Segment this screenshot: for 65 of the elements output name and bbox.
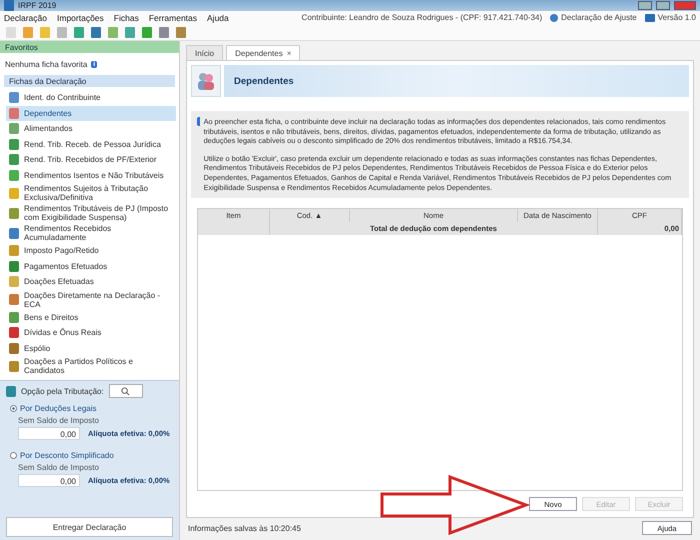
sidebar-item[interactable]: Rendimentos Sujeitos à Tributação Exclusiva/Definitiva [6,183,176,203]
search-icon [121,386,130,396]
save-status: Informações salvas às 10:20:45 [188,524,301,532]
toolbar-icon[interactable] [159,26,169,38]
menu-item[interactable]: Ferramentas [148,12,198,22]
balance-caption: Sem Saldo de Imposto [18,463,100,472]
toolbar-icon[interactable] [176,26,186,38]
sidebar-item[interactable]: Doações Diretamente na Declaração - ECA [6,290,176,310]
radio-button[interactable] [10,452,17,459]
sidebar-item[interactable]: Doações Efetuadas [6,274,176,290]
search-button[interactable] [108,384,143,398]
toolbar-icon[interactable] [74,26,84,38]
radio-button[interactable] [10,405,17,412]
tab[interactable]: Dependentes × [226,45,300,60]
tax-value-field: 0,00 [18,427,80,440]
sidebar-item[interactable]: Rendimentos Tributáveis de PJ (Imposto com Exigibilidade Suspensa) [6,203,176,223]
taxation-title: Opção pela Tributação: [21,386,104,396]
minimize-button[interactable] [638,1,652,10]
window-title: IRPF 2019 [18,0,56,10]
maximize-button[interactable] [656,1,670,10]
menu-item[interactable]: Fichas [114,12,139,22]
sidebar-item[interactable]: Alimentandos [6,121,176,136]
tab[interactable]: Início [186,45,224,60]
declaration-icon [550,14,558,22]
taxation-icon [6,386,16,396]
balance-caption: Sem Saldo de Imposto [18,416,100,425]
sidebar-item[interactable]: Bens e Direitos [6,310,176,325]
forms-header[interactable]: Fichas da Declaração [4,75,175,87]
sidebar-item[interactable]: Rendimentos Isentos e Não Tributáveis [6,168,176,183]
section-title: Favoritos [5,42,38,52]
menu-item[interactable]: Ajuda [207,12,229,22]
sidebar-item[interactable]: Rend. Trib. Recebidos de PF/Exterior [6,152,176,168]
sidebar-item[interactable]: Espólio [6,340,176,356]
sidebar-item[interactable]: Rend. Trib. Receb. de Pessoa Jurídica [6,136,176,152]
toolbar-icon[interactable] [23,26,33,38]
empty-favorites-text: Nenhuma ficha favorita [5,60,88,68]
version-icon [644,14,655,22]
declaration-type: Declaração de Ajuste [561,13,637,22]
sidebar-item[interactable]: Dependentes [6,106,176,121]
sidebar-item[interactable]: Rendimentos Recebidos Acumuladamente [6,223,176,243]
app-icon [4,0,14,11]
sidebar-item[interactable]: Doações a Partidos Políticos e Candidatos [6,356,176,376]
radio-label: Por Deduções Legais [20,404,96,413]
menu-item[interactable]: Declaração [4,12,47,22]
version-label: Versão 1.0 [658,13,696,22]
sidebar-item[interactable]: Dívidas e Ônus Reais [6,325,176,340]
toolbar-icon[interactable] [125,26,135,38]
people-icon [191,65,221,97]
taxpayer-label: Contribuinte: Leandro de Souza Rodrigues - (CPF: 917.421.740-34) [302,13,542,22]
submit-button[interactable]: Entregar Declaração [6,517,173,537]
page-title: Dependentes [224,65,689,97]
toolbar-icon[interactable] [142,26,152,38]
sidebar-item[interactable]: Ident. do Contribuinte [6,90,176,106]
info-icon [197,117,200,126]
tax-value-field: 0,00 [18,474,80,487]
sidebar-item[interactable]: Pagamentos Efetuados [6,258,176,274]
favorites-header[interactable]: Favoritos [0,41,179,53]
menu-item[interactable]: Importações [57,12,104,22]
toolbar-icon[interactable] [91,26,101,38]
sidebar-item[interactable]: Imposto Pago/Retido [6,243,176,258]
radio-label: Por Desconto Simplificado [20,451,114,460]
close-tab-icon[interactable]: × [286,48,292,58]
section-title: Fichas da Declaração [9,76,86,86]
toolbar-icon[interactable] [108,26,118,38]
close-button[interactable] [674,1,696,10]
